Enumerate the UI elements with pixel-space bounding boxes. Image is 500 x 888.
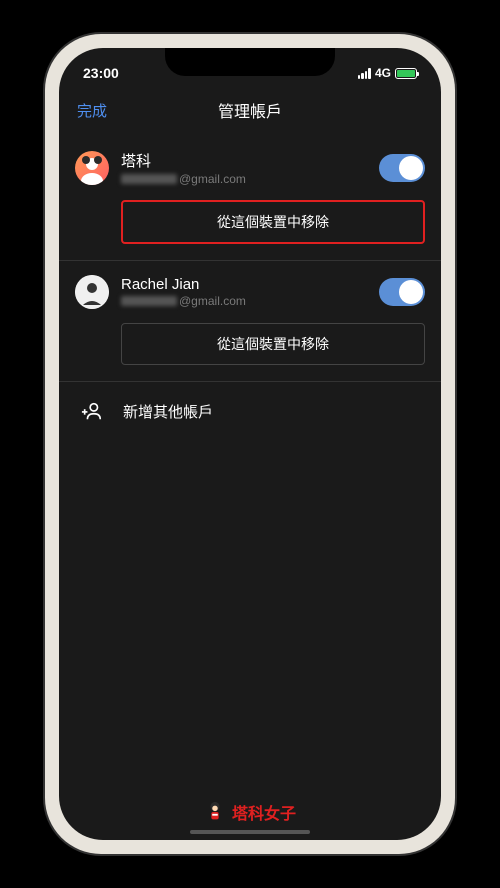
- home-indicator[interactable]: [190, 830, 310, 834]
- status-right: 4G: [358, 66, 417, 80]
- email-blurred: [121, 296, 177, 306]
- network-label: 4G: [375, 66, 391, 80]
- brand-footer: 塔科女子: [204, 800, 296, 824]
- email-suffix: @gmail.com: [179, 294, 246, 308]
- email-blurred: [121, 174, 177, 184]
- account-name: Rachel Jian: [121, 276, 367, 293]
- brand-label: 塔科女子: [232, 800, 296, 824]
- account-info: 塔科 @gmail.com: [121, 150, 367, 186]
- remove-from-device-button[interactable]: 從這個裝置中移除: [121, 323, 425, 365]
- account-info: Rachel Jian @gmail.com: [121, 276, 367, 308]
- phone-notch: [165, 48, 335, 76]
- page-title: 管理帳戶: [218, 98, 282, 122]
- avatar: [75, 151, 109, 185]
- account-section-1: 塔科 @gmail.com 從這個裝置中移除: [59, 136, 441, 261]
- signal-icon: [358, 68, 371, 79]
- remove-from-device-button[interactable]: 從這個裝置中移除: [121, 200, 425, 244]
- phone-screen: 23:00 4G 完成 管理帳戶 塔科: [59, 48, 441, 840]
- status-time: 23:00: [83, 65, 119, 81]
- brand-icon: [204, 801, 226, 823]
- add-person-icon: [81, 400, 103, 422]
- add-account-label: 新增其他帳戶: [123, 401, 213, 422]
- account-name: 塔科: [121, 150, 367, 171]
- battery-icon: [395, 68, 417, 79]
- account-email: @gmail.com: [121, 294, 367, 308]
- account-row[interactable]: 塔科 @gmail.com: [75, 150, 425, 186]
- nav-bar: 完成 管理帳戶: [59, 88, 441, 136]
- avatar: [75, 275, 109, 309]
- account-row[interactable]: Rachel Jian @gmail.com: [75, 275, 425, 309]
- account-toggle[interactable]: [379, 154, 425, 182]
- account-section-2: Rachel Jian @gmail.com 從這個裝置中移除: [59, 261, 441, 382]
- phone-frame: 23:00 4G 完成 管理帳戶 塔科: [45, 34, 455, 854]
- add-account-button[interactable]: 新增其他帳戶: [59, 382, 441, 440]
- account-toggle[interactable]: [379, 278, 425, 306]
- account-email: @gmail.com: [121, 172, 367, 186]
- done-button[interactable]: 完成: [77, 100, 107, 121]
- email-suffix: @gmail.com: [179, 172, 246, 186]
